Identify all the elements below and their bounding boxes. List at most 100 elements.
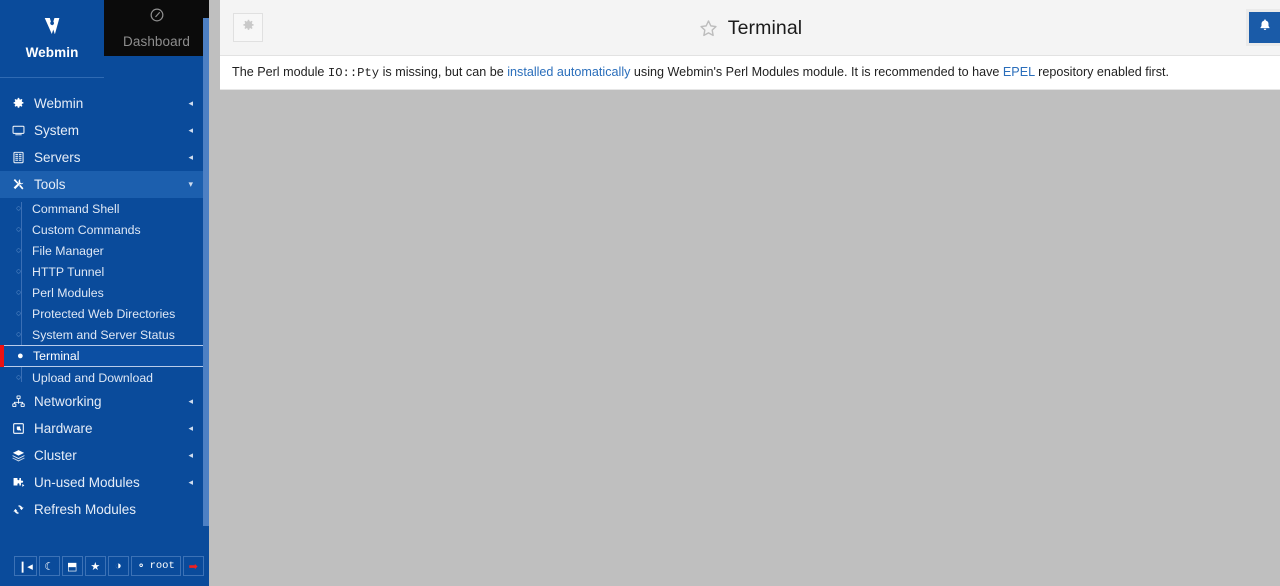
sidebar-item-label: Servers <box>34 150 81 165</box>
bullet-icon: ○ <box>16 329 22 339</box>
sidebar-item-label: Hardware <box>34 421 93 436</box>
user-icon: ⚬ <box>136 560 146 573</box>
bullet-icon: ○ <box>16 224 22 234</box>
sidebar-item-label: System <box>34 123 80 138</box>
sidebar-item-hardware[interactable]: Hardware ◂ <box>0 415 209 442</box>
sidebar-item-networking[interactable]: Networking ◂ <box>0 388 209 415</box>
brand-webmin[interactable]: Webmin <box>0 0 104 78</box>
terminal-popup-button[interactable]: ⬒ <box>61 556 83 576</box>
collapse-sidebar-icon: ❙◂ <box>18 560 33 573</box>
msg-part-1: The Perl module <box>232 65 328 79</box>
logout-icon: ➡ <box>188 560 198 573</box>
notifications-button[interactable] <box>1249 12 1280 43</box>
sidebar-item-system[interactable]: System ◂ <box>0 117 209 144</box>
sidebar-subitem-terminal[interactable]: ● Terminal <box>0 345 205 367</box>
refresh-icon <box>12 503 34 516</box>
logout-button[interactable]: ➡ <box>182 556 204 576</box>
brand-dashboard-label: Dashboard <box>123 34 190 49</box>
monitor-icon <box>12 124 34 137</box>
sidebar-bottom-toolbar: ❙◂ ☾ ⬒ ★ ◑ ⚬ root ➡ <box>0 546 209 586</box>
sidebar-item-label: Webmin <box>34 96 84 111</box>
sidebar-subitem-label: Protected Web Directories <box>32 306 176 321</box>
install-automatically-link[interactable]: installed automatically <box>507 65 630 79</box>
tools-icon <box>12 178 34 191</box>
sidebar-subitem-protected-web-directories[interactable]: ○ Protected Web Directories <box>0 303 209 324</box>
brand-dashboard-tab[interactable]: Dashboard <box>104 0 209 56</box>
chevron-left-icon: ◂ <box>188 477 193 487</box>
brand-row: Webmin Dashboard <box>0 0 209 78</box>
gauge-icon <box>149 7 165 28</box>
tools-submenu: ○ Command Shell ○ Custom Commands ○ File Mana… <box>0 198 209 388</box>
chevron-left-icon: ◂ <box>188 125 193 135</box>
gear-icon <box>242 19 255 37</box>
module-config-button[interactable] <box>233 13 263 42</box>
msg-part-2: is missing, but can be <box>379 65 508 79</box>
chevron-left-icon: ◂ <box>188 98 193 108</box>
favorites-button[interactable]: ★ <box>84 556 106 576</box>
sidebar-item-tools[interactable]: Tools ▾ <box>0 171 209 198</box>
sidebar-item-label: Networking <box>34 394 102 409</box>
annotation-marker <box>0 345 4 367</box>
content-card: The Perl module IO::Pty is missing, but … <box>220 56 1280 90</box>
dark-mode-button[interactable]: ☾ <box>38 556 60 576</box>
current-user-label: root <box>149 560 175 572</box>
sidebar-subitem-label: Perl Modules <box>32 285 104 300</box>
chevron-left-icon: ◂ <box>188 152 193 162</box>
bullet-icon: ○ <box>16 203 22 213</box>
theme-palette-button[interactable]: ◑ <box>107 556 129 576</box>
sidebar-item-servers[interactable]: Servers ◂ <box>0 144 209 171</box>
chevron-down-icon: ▾ <box>188 179 193 189</box>
sidebar-subitem-label: Upload and Download <box>32 370 154 385</box>
page-title: Terminal <box>727 16 803 39</box>
epel-link[interactable]: EPEL <box>1003 65 1035 79</box>
sidebar-subitem-label: Command Shell <box>32 201 120 216</box>
sidebar-item-un-used-modules[interactable]: Un-used Modules ◂ <box>0 469 209 496</box>
favorites-icon: ★ <box>90 560 101 573</box>
server-icon <box>12 151 34 164</box>
sidebar-subitem-label: HTTP Tunnel <box>32 264 105 279</box>
terminal-popup-icon: ⬒ <box>67 560 78 573</box>
bullet-icon: ○ <box>16 245 22 255</box>
sidebar-subitem-label: File Manager <box>32 243 104 258</box>
puzzle-icon <box>12 476 34 489</box>
sidebar-nav: Webmin ◂ System ◂ Servers ◂ Tools ▾ ○ Command She… <box>0 90 209 523</box>
star-outline-icon[interactable] <box>698 18 719 39</box>
bullet-icon: ● <box>17 349 24 362</box>
sidebar-subitem-command-shell[interactable]: ○ Command Shell <box>0 198 209 219</box>
bullet-icon: ○ <box>16 308 22 318</box>
sidebar-subitem-file-manager[interactable]: ○ File Manager <box>0 240 209 261</box>
msg-part-3: using Webmin's Perl Modules module. It i… <box>630 65 1003 79</box>
network-icon <box>12 395 34 408</box>
sidebar-subitem-system-and-server-status[interactable]: ○ System and Server Status <box>0 324 209 345</box>
chevron-left-icon: ◂ <box>188 396 193 406</box>
sidebar-subitem-http-tunnel[interactable]: ○ HTTP Tunnel <box>0 261 209 282</box>
sidebar-subitem-label: System and Server Status <box>32 327 175 342</box>
bell-icon <box>1258 18 1272 37</box>
module-warning-message: The Perl module IO::Pty is missing, but … <box>220 65 1169 80</box>
sidebar-subitem-custom-commands[interactable]: ○ Custom Commands <box>0 219 209 240</box>
sidebar-item-label: Refresh Modules <box>34 502 137 517</box>
sidebar-subitem-upload-and-download[interactable]: ○ Upload and Download <box>0 367 209 388</box>
user-button[interactable]: ⚬ root <box>130 556 181 576</box>
webmin-app: Webmin Dashboard Webmin ◂ System ◂ Servers ◂ T… <box>0 0 1280 586</box>
sidebar-subitem-perl-modules[interactable]: ○ Perl Modules <box>0 282 209 303</box>
webmin-logo-icon <box>43 17 62 39</box>
collapse-sidebar-button[interactable]: ❙◂ <box>14 556 37 576</box>
sidebar-subitem-label: Custom Commands <box>32 222 141 237</box>
bullet-icon: ○ <box>16 372 22 382</box>
sidebar-item-label: Un-used Modules <box>34 475 140 490</box>
bullet-icon: ○ <box>16 266 22 276</box>
hardware-icon <box>12 422 34 435</box>
page-title-group: Terminal <box>220 0 1280 56</box>
sidebar: Webmin Dashboard Webmin ◂ System ◂ Servers ◂ T… <box>0 0 209 586</box>
sidebar-item-label: Cluster <box>34 448 77 463</box>
sidebar-item-refresh-modules[interactable]: Refresh Modules <box>0 496 209 523</box>
brand-webmin-label: Webmin <box>25 45 79 60</box>
gear-icon <box>12 97 34 110</box>
sidebar-scrollbar[interactable] <box>203 18 209 526</box>
dark-mode-icon: ☾ <box>44 560 55 573</box>
chevron-left-icon: ◂ <box>188 423 193 433</box>
sidebar-item-cluster[interactable]: Cluster ◂ <box>0 442 209 469</box>
sidebar-item-webmin[interactable]: Webmin ◂ <box>0 90 209 117</box>
theme-palette-icon: ◑ <box>114 560 122 572</box>
